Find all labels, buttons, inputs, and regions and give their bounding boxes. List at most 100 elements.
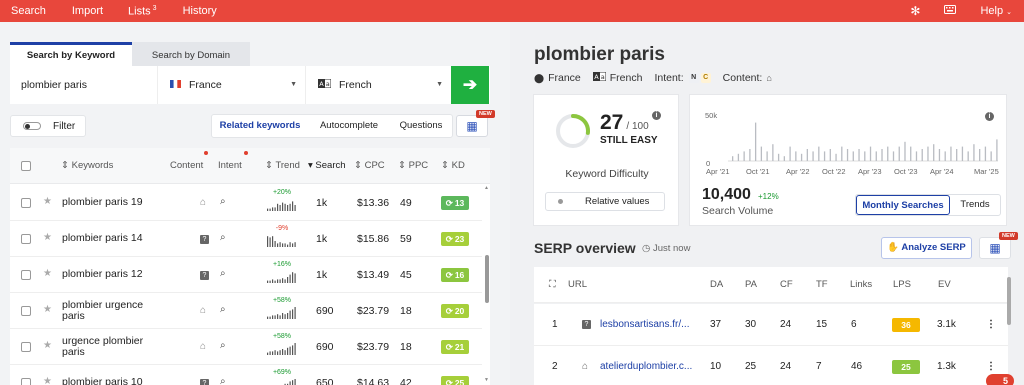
keyword-cell[interactable]: plombier paris 10 [62,377,143,385]
x-tick-label: Apr '24 [930,167,954,176]
keyword-input[interactable]: plombier paris [10,66,158,104]
keyword-cell[interactable]: plombier paris 14 [62,233,143,244]
serp-scrollbar[interactable] [1007,277,1011,325]
serp-col-tf[interactable]: TF [816,279,828,290]
kd-badge-value: 25 [454,378,465,385]
col-cpc-label: CPC [364,160,385,171]
table-row[interactable]: ★ plombier paris 10? ⌕ +69% 650 $14.63 42 ⟳ 25 [10,365,482,385]
info-icon[interactable]: i [652,111,661,120]
nav-lists[interactable]: Lists 3 [113,5,167,18]
settings-gear-icon[interactable]: ✻ [910,4,920,18]
serp-url-link[interactable]: lesbonsartisans.fr/... [600,319,689,330]
kd-badge: ⟳ 21 [441,340,469,354]
star-icon[interactable]: ★ [43,196,52,207]
trend-sparkline [267,236,296,247]
tab-monthly-searches[interactable]: Monthly Searches [856,195,950,215]
language-icon: Aa [318,66,332,104]
nav-import[interactable]: Import [56,5,113,17]
serp-row[interactable]: 2 ⌂ atelierduplombier.c... 10 25 24 7 46 25 1.3k ⋮ [534,346,1008,385]
columns-button[interactable]: ▦ [456,115,488,137]
help-menu[interactable]: Help ⌄ [980,5,1012,17]
star-icon[interactable]: ★ [43,232,52,243]
table-row[interactable]: ★ plombier paris 14? ⌕ -9% 1k $15.86 59 ⟳ 23 [10,221,482,257]
language-select[interactable]: Aa French ▼ [306,66,451,104]
more-options-icon[interactable]: ⋮ [986,304,996,346]
scrollbar-thumb[interactable] [485,255,489,303]
kd-value: 27 [600,111,624,134]
search-icon: ⌕ [220,196,226,207]
expand-icon[interactable]: ⛶ [549,279,556,290]
col-trend[interactable]: ⇕ Trend [265,148,300,184]
select-all-checkbox[interactable] [21,161,31,171]
table-row[interactable]: ★ plombier paris 19 ⌂ ⌕ +20% 1k $13.36 49 ⟳ 13 [10,185,482,221]
col-keywords[interactable]: ⇕ Keywords [61,148,113,184]
keyword-cell[interactable]: urgence plombier paris [62,336,143,358]
keyword-cell[interactable]: plombier paris 19 [62,197,143,208]
tab-questions[interactable]: Questions [390,115,452,137]
trend-percent: +16% [272,261,292,268]
serp-col-url: URL [568,279,588,290]
serp-col-cf[interactable]: CF [780,279,793,290]
tab-related-keywords[interactable]: Related keywords [212,115,308,137]
row-checkbox[interactable] [21,306,31,316]
row-checkbox[interactable] [21,198,31,208]
serp-col-pa[interactable]: PA [745,279,757,290]
keyword-overview-panel: plombier paris ⬤ France Aa French Intent… [510,22,1024,385]
keyword-meta: ⬤ France Aa French Intent: N C Content: … [534,71,772,84]
star-icon[interactable]: ★ [43,268,52,279]
kd-badge-value: 21 [454,342,465,352]
serp-columns-button[interactable]: ▦ [979,237,1011,259]
serp-col-ev[interactable]: EV [938,279,951,290]
col-ppc[interactable]: ⇕ PPC [398,148,428,184]
table-scrollbar[interactable]: ▲ ▼ [484,185,490,385]
country-select[interactable]: France ▼ [158,66,306,104]
search-submit-button[interactable]: ➔ [451,66,489,104]
row-checkbox[interactable] [21,342,31,352]
serp-cf: 24 [780,319,792,330]
table-row[interactable]: ★ plombier urgence paris ⌂ ⌕ +58% 690 $23.79 18 ⟳… [10,293,482,329]
nav-search[interactable]: Search [0,5,56,17]
star-icon[interactable]: ★ [43,376,52,385]
table-row[interactable]: ★ plombier paris 12? ⌕ +16% 1k $13.49 45 ⟳ 16 [10,257,482,293]
keyboard-icon[interactable] [944,5,957,17]
refresh-icon: ⟳ [445,377,453,385]
keyword-cell[interactable]: plombier paris 12 [62,269,143,280]
serp-col-links[interactable]: Links [850,279,872,290]
serp-url-link[interactable]: atelierduplombier.c... [600,361,692,372]
serp-row[interactable]: 1? lesbonsartisans.fr/... 37 30 24 15 6 36 3.1k ⋮ [534,304,1008,346]
tab-search-by-domain[interactable]: Search by Domain [132,42,250,66]
keyword-cell[interactable]: plombier urgence paris [62,300,143,322]
table-row[interactable]: ★ urgence plombier paris ⌂ ⌕ +58% 690 $23.79 18 ⟳… [10,329,482,365]
keyword-mode-tabs: Related keywords Autocomplete Questions [211,114,453,138]
tab-search-by-keyword[interactable]: Search by Keyword [10,42,132,66]
notification-count-badge[interactable]: 5 [986,374,1014,385]
row-checkbox[interactable] [21,378,31,385]
serp-col-lps[interactable]: LPS [893,279,911,290]
row-checkbox[interactable] [21,270,31,280]
volume-bar [904,141,906,161]
serp-col-da[interactable]: DA [710,279,723,290]
col-search[interactable]: ▾ Search [308,148,346,184]
tab-trends[interactable]: Trends [950,195,1000,215]
trend-bar [282,202,284,211]
volume-bar [956,149,958,161]
trend-bar [277,203,279,211]
filter-toggle-button[interactable]: Filter [10,115,86,137]
col-kd[interactable]: ⇕ KD [441,148,465,184]
trend-percent: -9% [275,225,289,232]
star-icon[interactable]: ★ [43,340,52,351]
col-intent-label: Intent [218,160,242,171]
star-icon[interactable]: ★ [43,304,52,315]
row-checkbox[interactable] [21,234,31,244]
trend-bar [279,205,281,211]
analyze-serp-button[interactable]: ✋ Analyze SERP [881,237,972,259]
relative-values-toggle[interactable]: Relative values [545,192,665,211]
col-content-label: Content [170,160,204,171]
volume-bar [783,156,786,161]
volume-bar [864,151,866,161]
col-cpc[interactable]: ⇕ CPC [354,148,385,184]
volume-bar [869,146,872,161]
nav-history[interactable]: History [167,5,227,17]
meta-intent-label: Intent: [654,72,684,84]
tab-autocomplete[interactable]: Autocomplete [308,115,390,137]
